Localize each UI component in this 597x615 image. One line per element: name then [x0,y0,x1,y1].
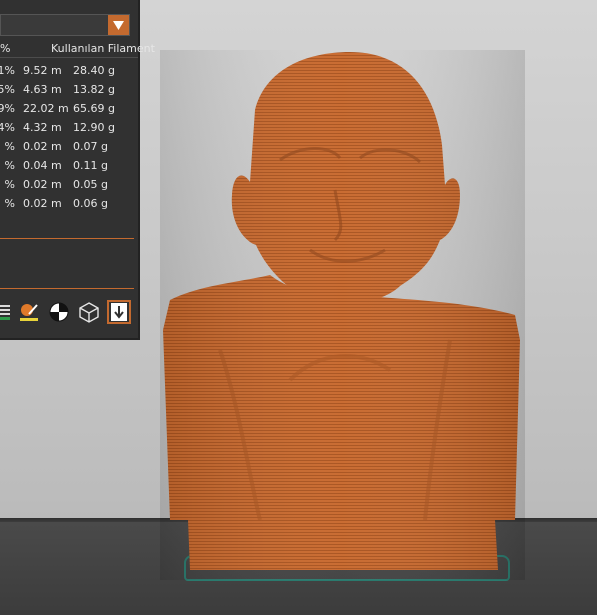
row-weight: 65.69 g [73,102,115,115]
slice-preview-button[interactable] [0,300,14,324]
table-row: % 0.02 m 0.07 g [0,138,138,157]
row-weight: 0.06 g [73,197,108,210]
dropdown-toggle-button[interactable] [108,15,129,35]
wireframe-view-button[interactable] [77,300,101,324]
row-weight: 0.07 g [73,140,108,153]
table-row: 1% 9.52 m 28.40 g [0,62,138,81]
table-row: 5% 4.63 m 13.82 g [0,81,138,100]
table-row: % 0.02 m 0.06 g [0,195,138,214]
row-percent: 4% [0,121,15,134]
paint-brush-button[interactable] [17,300,41,324]
row-length: 9.52 m [23,64,62,77]
row-percent: % [4,159,15,172]
view-toolbar [0,298,138,326]
row-length: 4.63 m [23,83,62,96]
table-row: 9% 22.02 m 65.69 g [0,100,138,119]
row-length: 0.02 m [23,140,62,153]
row-length: 0.04 m [23,159,62,172]
row-weight: 0.05 g [73,178,108,191]
row-length: 0.02 m [23,197,62,210]
paint-brush-icon [20,304,38,321]
seam-painting-icon [49,302,69,322]
slice-preview-icon [0,305,10,320]
table-row: 4% 4.32 m 12.90 g [0,119,138,138]
row-weight: 13.82 g [73,83,115,96]
row-weight: 28.40 g [73,64,115,77]
row-percent: % [4,197,15,210]
row-weight: 0.11 g [73,159,108,172]
seam-painting-button[interactable] [47,300,71,324]
row-weight: 12.90 g [73,121,115,134]
row-percent: 5% [0,83,15,96]
section-divider [0,238,134,239]
table-row: % 0.04 m 0.11 g [0,157,138,176]
sliced-info-panel: % Kullanılan Filament 1% 9.52 m 28.40 g … [0,0,155,340]
percent-column-header: % [0,42,11,55]
row-percent: 9% [0,102,15,115]
export-button[interactable] [107,300,131,324]
row-percent: % [4,178,15,191]
row-length: 22.02 m [23,102,69,115]
view-type-dropdown[interactable] [0,14,130,36]
filament-table-header: % Kullanılan Filament [0,40,155,58]
table-row: % 0.02 m 0.05 g [0,176,138,195]
row-percent: % [4,140,15,153]
wireframe-cube-icon [79,302,99,323]
export-download-icon [111,303,127,321]
used-filament-column-header: Kullanılan Filament [51,42,155,55]
row-percent: 1% [0,64,15,77]
section-divider [0,288,134,289]
chevron-down-icon [113,20,124,30]
bust-model[interactable] [160,50,525,580]
row-length: 0.02 m [23,178,62,191]
row-length: 4.32 m [23,121,62,134]
